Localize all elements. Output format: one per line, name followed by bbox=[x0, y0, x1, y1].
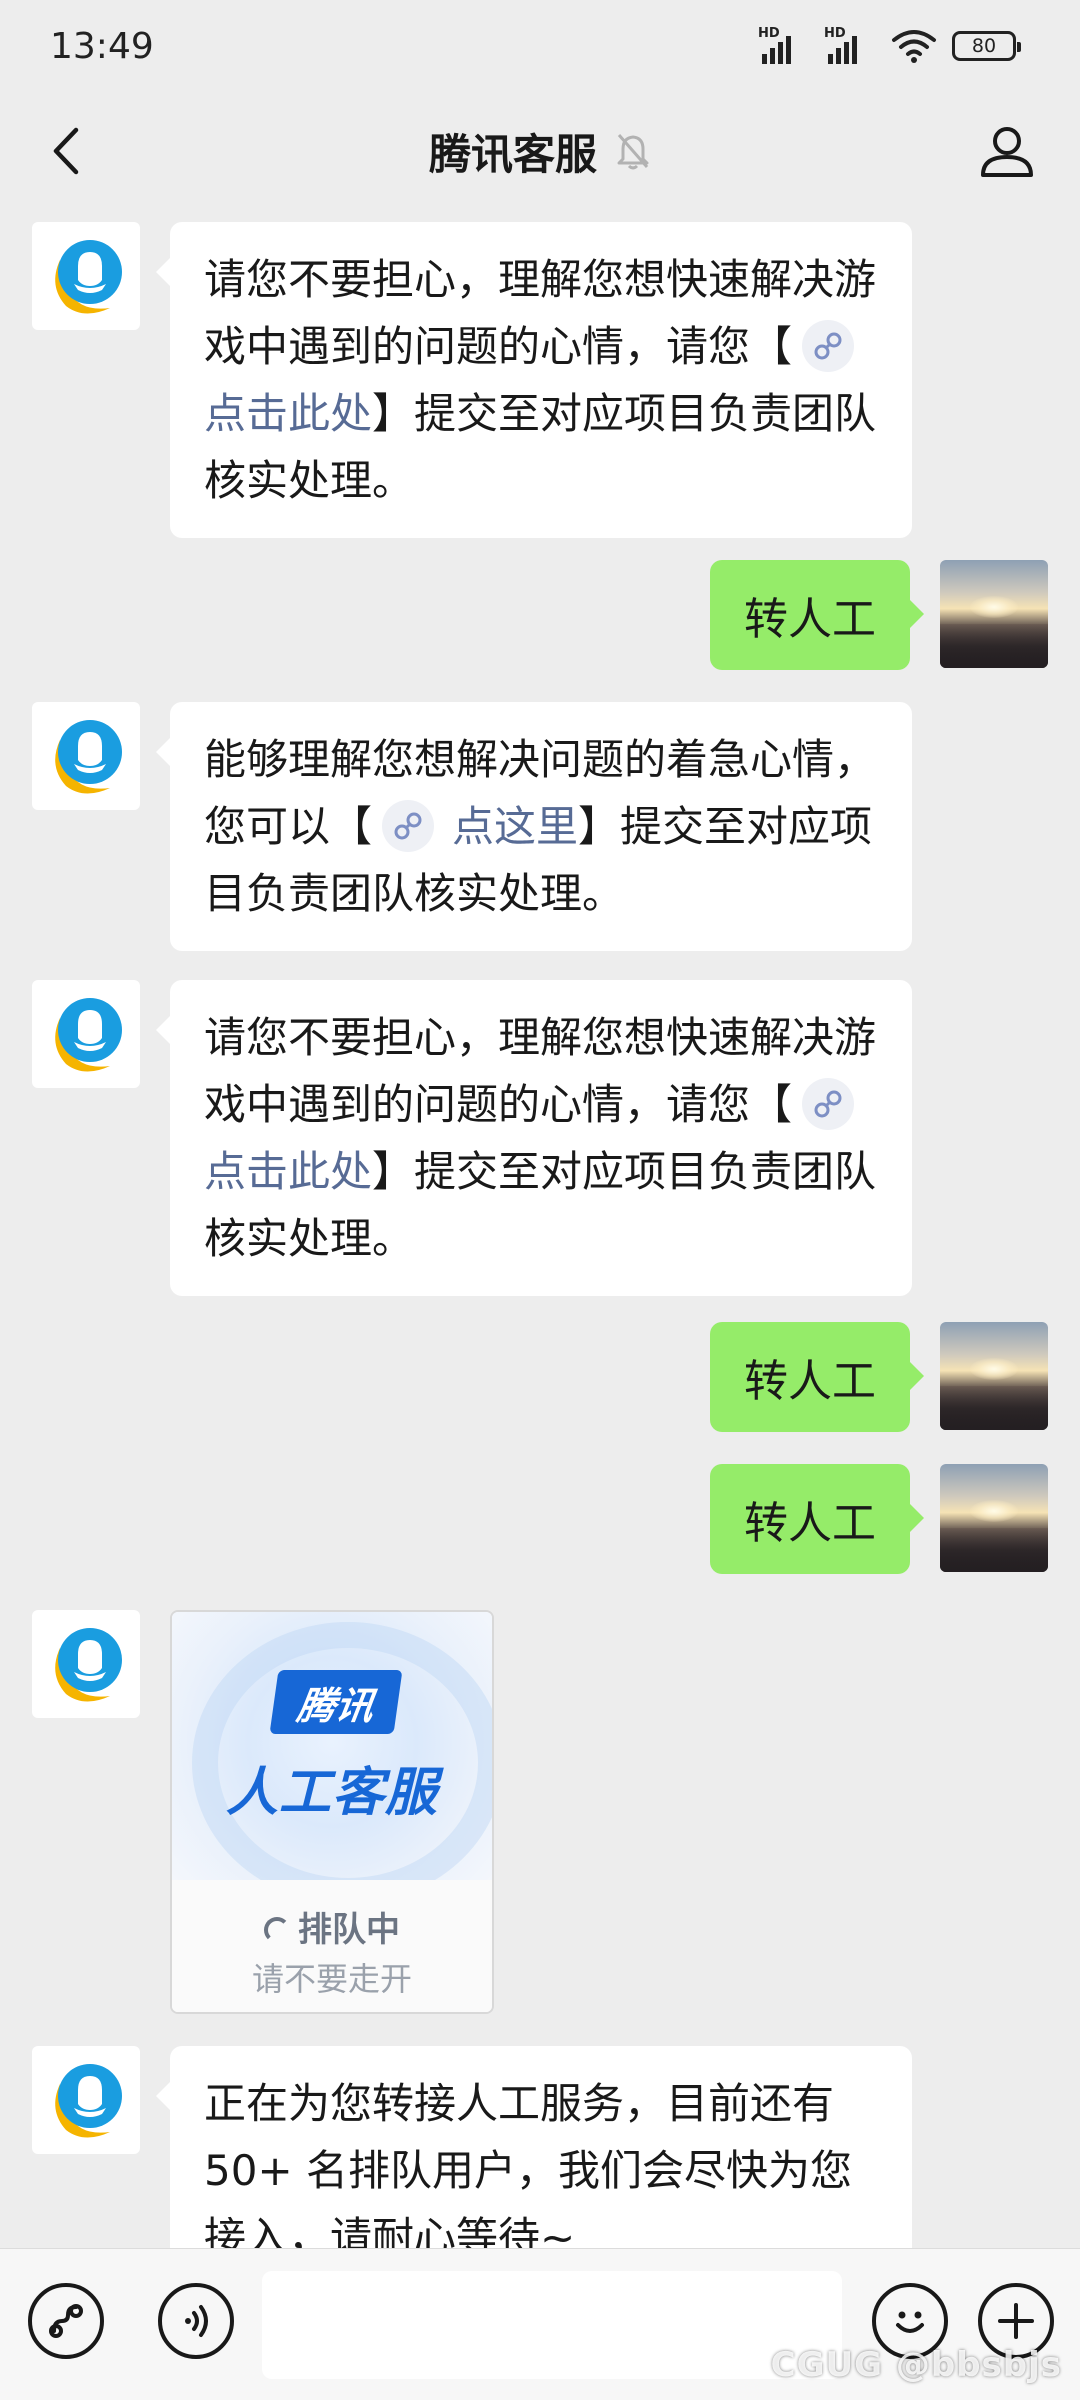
mini-program-link-icon[interactable] bbox=[802, 319, 855, 372]
input-bar: CGUG @bbsbjs bbox=[0, 2248, 1080, 2400]
message-text: 正在为您转接人工服务，目前还有50+ 名排队用户，我们会尽快为您接入，请耐心等待… bbox=[204, 2079, 852, 2248]
user-avatar[interactable] bbox=[940, 1464, 1048, 1572]
message-input[interactable] bbox=[262, 2271, 842, 2379]
tencent-cs-logo-icon bbox=[55, 240, 122, 314]
message-link[interactable]: 点击此处 bbox=[204, 1147, 372, 1196]
message-bubble[interactable]: 请您不要担心，理解您想快速解决游戏中遇到的问题的心情，请您【 点击此处】提交至对应… bbox=[156, 980, 912, 1296]
message-bubble[interactable]: 请您不要担心，理解您想快速解决游戏中遇到的问题的心情，请您【 点击此处】提交至对应… bbox=[156, 222, 912, 538]
queue-status-card[interactable]: 腾讯 人工客服 排队中 请不要走开 bbox=[170, 1610, 494, 2014]
battery-icon: 80 bbox=[952, 31, 1021, 61]
bot-avatar[interactable] bbox=[32, 222, 140, 330]
watermark: CGUG @bbsbjs bbox=[770, 2345, 1062, 2385]
bell-muted-icon bbox=[617, 134, 649, 170]
bot-avatar[interactable] bbox=[32, 702, 140, 810]
brand-badge: 腾讯 bbox=[269, 1670, 403, 1734]
queue-card-banner: 腾讯 人工客服 bbox=[172, 1612, 492, 1904]
signal-icon: HD bbox=[758, 26, 810, 64]
loading-spinner-icon bbox=[264, 1917, 290, 1943]
voice-icon bbox=[185, 2305, 208, 2337]
nav-bar: 腾讯客服 bbox=[0, 96, 1080, 208]
message-text: 请您不要担心，理解您想快速解决游戏中遇到的问题的心情，请您【 bbox=[204, 1013, 877, 1129]
mini-program-button[interactable] bbox=[28, 2283, 104, 2359]
voice-button[interactable] bbox=[158, 2283, 234, 2359]
queue-status-text: 排队中 bbox=[298, 1910, 400, 1950]
mini-program-link-icon[interactable] bbox=[382, 799, 435, 852]
mini-program-link-icon bbox=[49, 2304, 83, 2338]
tencent-cs-logo-icon bbox=[55, 2064, 122, 2138]
profile-button[interactable] bbox=[970, 114, 1044, 188]
message-text: 转人工 bbox=[744, 1498, 876, 1549]
status-time: 13:49 bbox=[50, 26, 154, 67]
tencent-cs-logo-icon bbox=[55, 998, 122, 1072]
profile-icon bbox=[981, 127, 1033, 177]
queue-card-title: 人工客服 bbox=[225, 1763, 438, 1823]
queue-status: 排队中 bbox=[172, 1902, 492, 1951]
message-list[interactable]: 请您不要担心，理解您想快速解决游戏中遇到的问题的心情，请您【 点击此处】提交至对应… bbox=[0, 208, 1080, 2248]
message-bubble[interactable]: 转人工 bbox=[710, 560, 924, 670]
queue-hint: 请不要走开 bbox=[251, 1960, 412, 1998]
tencent-cs-logo-icon bbox=[55, 1628, 122, 1702]
battery-level: 80 bbox=[971, 35, 997, 57]
wifi-icon bbox=[892, 30, 936, 63]
user-avatar[interactable] bbox=[940, 1322, 1048, 1430]
tencent-cs-logo-icon bbox=[55, 720, 122, 794]
chat-screen: 13:49 HD HD 80 腾讯客服 请您不要担心，理解您想快速解决游戏中遇到… bbox=[0, 0, 1080, 2400]
user-avatar[interactable] bbox=[940, 560, 1048, 668]
nav-title-wrap: 腾讯客服 bbox=[0, 116, 1080, 186]
plus-icon bbox=[998, 2303, 1034, 2339]
bot-avatar[interactable] bbox=[32, 2046, 140, 2154]
status-bar: 13:49 HD HD 80 bbox=[0, 0, 1080, 96]
message-link[interactable]: 点击此处 bbox=[204, 389, 372, 438]
status-icons: HD HD 80 bbox=[758, 26, 1021, 64]
message-bubble[interactable]: 转人工 bbox=[710, 1322, 924, 1432]
message-bubble[interactable]: 正在为您转接人工服务，目前还有50+ 名排队用户，我们会尽快为您接入，请耐心等待… bbox=[156, 2046, 912, 2248]
message-text: 请您不要担心，理解您想快速解决游戏中遇到的问题的心情，请您【 bbox=[204, 255, 877, 371]
message-bubble[interactable]: 转人工 bbox=[710, 1464, 924, 1574]
mini-program-link-icon[interactable] bbox=[802, 1077, 855, 1130]
queue-card-footer: 排队中 请不要走开 bbox=[172, 1880, 492, 2012]
emoji-icon bbox=[896, 2311, 924, 2333]
message-bubble[interactable]: 能够理解您想解决问题的着急心情，您可以【 点这里】提交至对应项目负责团队核实处理。 bbox=[156, 702, 912, 951]
message-text: 转人工 bbox=[744, 1356, 876, 1407]
bot-avatar[interactable] bbox=[32, 1610, 140, 1718]
page-title: 腾讯客服 bbox=[428, 129, 597, 179]
bot-avatar[interactable] bbox=[32, 980, 140, 1088]
message-text: 转人工 bbox=[744, 594, 876, 645]
signal-icon: HD bbox=[824, 26, 876, 64]
message-link[interactable]: 点这里 bbox=[452, 802, 578, 851]
